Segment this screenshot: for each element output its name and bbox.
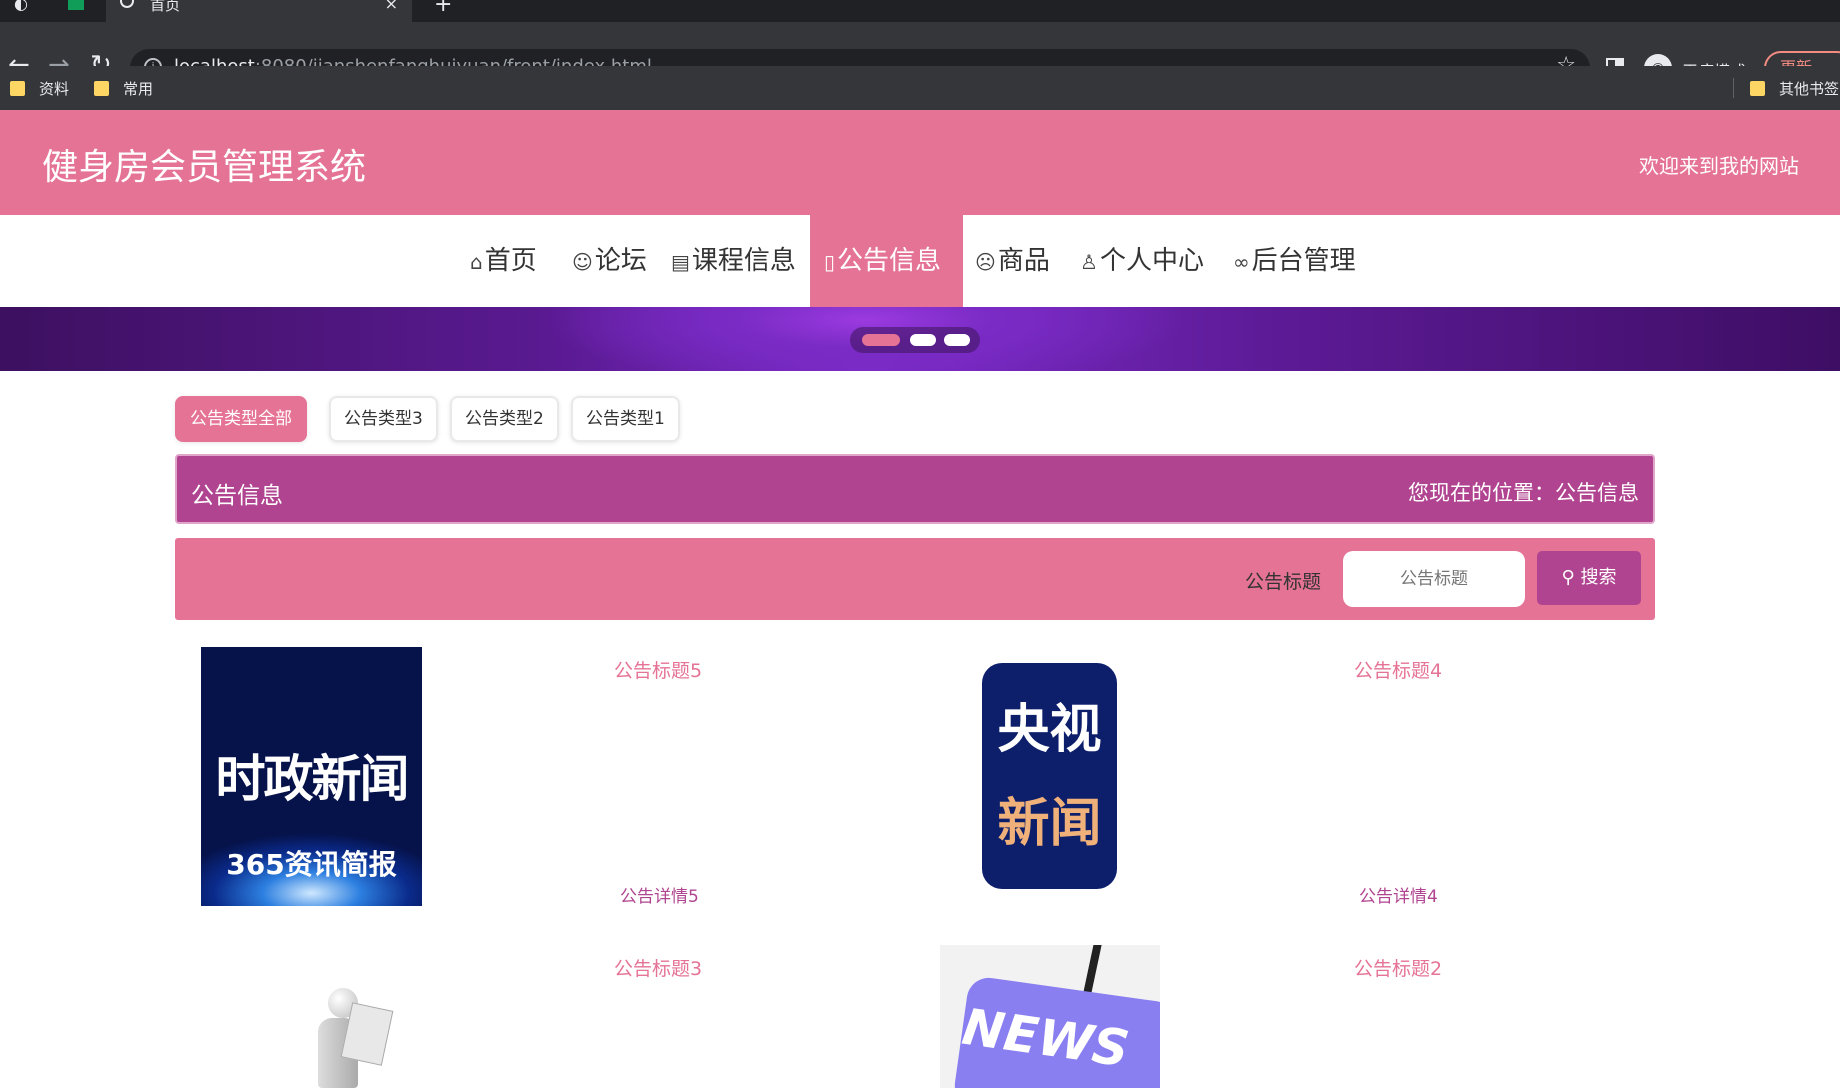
new-tab-icon[interactable]: +	[434, 0, 452, 17]
filter-chip-type1[interactable]: 公告类型1	[571, 396, 680, 442]
search-icon: ⚲	[1561, 567, 1581, 588]
filter-chip-type2[interactable]: 公告类型2	[450, 396, 559, 442]
nav-courses[interactable]: ▤课程信息	[671, 215, 796, 307]
nav-home[interactable]: ⌂首页	[470, 215, 537, 307]
tab-favicon-icon	[120, 0, 134, 8]
home-icon: ⌂	[470, 250, 483, 274]
nav-admin[interactable]: ∞后台管理	[1233, 215, 1356, 307]
sheets-tab-icon[interactable]	[68, 0, 84, 10]
nav-products[interactable]: ☹商品	[975, 215, 1050, 307]
bookmark-folder-1[interactable]: 资料	[10, 78, 69, 99]
carousel-indicators	[850, 327, 980, 353]
bookmark-folder-2[interactable]: 常用	[94, 78, 153, 99]
search-input[interactable]	[1343, 551, 1525, 607]
forum-icon: ☺	[572, 250, 593, 274]
main-nav: ⌂首页 ☺论坛 ▤课程信息 ▯公告信息 ☹商品 ♙个人中心 ∞后台管理	[0, 215, 1840, 307]
bookmarks-bar: 资料 常用 其他书签	[0, 66, 1840, 110]
section-title: 公告信息	[191, 483, 283, 509]
tab-close-icon[interactable]: ×	[385, 0, 398, 13]
news-desc: 公告详情4	[1359, 887, 1438, 907]
breadcrumb-bar: 公告信息 您现在的位置：公告信息	[175, 454, 1655, 524]
banner-carousel	[0, 307, 1840, 371]
announcement-icon: ▯	[824, 250, 836, 274]
product-icon: ☹	[975, 250, 996, 274]
search-label: 公告标题	[1245, 571, 1322, 593]
link-icon: ∞	[1233, 250, 1250, 274]
filter-chip-all[interactable]: 公告类型全部	[175, 396, 307, 442]
news-title[interactable]: 公告标题2	[1354, 954, 1442, 981]
site-header: 健身房会员管理系统 欢迎来到我的网站	[0, 110, 1840, 215]
nav-announcements[interactable]: ▯公告信息	[810, 215, 963, 307]
folder-icon	[10, 81, 25, 96]
carousel-dot-1[interactable]	[862, 334, 900, 346]
nav-forum[interactable]: ☺论坛	[572, 215, 647, 307]
other-bookmarks[interactable]: 其他书签	[1750, 78, 1839, 99]
filter-chip-type3[interactable]: 公告类型3	[329, 396, 438, 442]
folder-icon	[1750, 81, 1765, 96]
news-image-1[interactable]: 时政新闻 365资讯简报	[201, 647, 422, 906]
site-title: 健身房会员管理系统	[42, 147, 367, 188]
news-title[interactable]: 公告标题3	[614, 954, 702, 981]
news-desc: 公告详情5	[620, 887, 699, 907]
bookmarks-separator	[1733, 78, 1734, 98]
browser-tab-active[interactable]: 首页 ×	[106, 0, 412, 22]
browser-tab-strip: ◐ 首页 × +	[0, 0, 1840, 22]
carousel-dot-2[interactable]	[910, 334, 936, 346]
news-title[interactable]: 公告标题5	[614, 656, 702, 683]
search-button[interactable]: ⚲ 搜索	[1537, 551, 1641, 605]
news-image-2[interactable]: 央视 新闻	[982, 663, 1117, 889]
carousel-dot-3[interactable]	[944, 334, 970, 346]
news-image-3[interactable]	[310, 984, 400, 1088]
user-icon: ♙	[1080, 250, 1098, 274]
tab-title: 首页	[150, 0, 181, 14]
folder-icon	[94, 81, 109, 96]
calendar-icon: ▤	[671, 250, 690, 274]
breadcrumb: 您现在的位置：公告信息	[1408, 481, 1639, 505]
news-title[interactable]: 公告标题4	[1354, 656, 1442, 683]
nav-profile[interactable]: ♙个人中心	[1080, 215, 1204, 307]
site-welcome: 欢迎来到我的网站	[1639, 154, 1799, 178]
news-image-4[interactable]: NEWS	[940, 945, 1160, 1088]
search-bar: 公告标题 ⚲ 搜索	[175, 538, 1655, 620]
browser-menu-icon[interactable]: ◐	[14, 0, 28, 13]
